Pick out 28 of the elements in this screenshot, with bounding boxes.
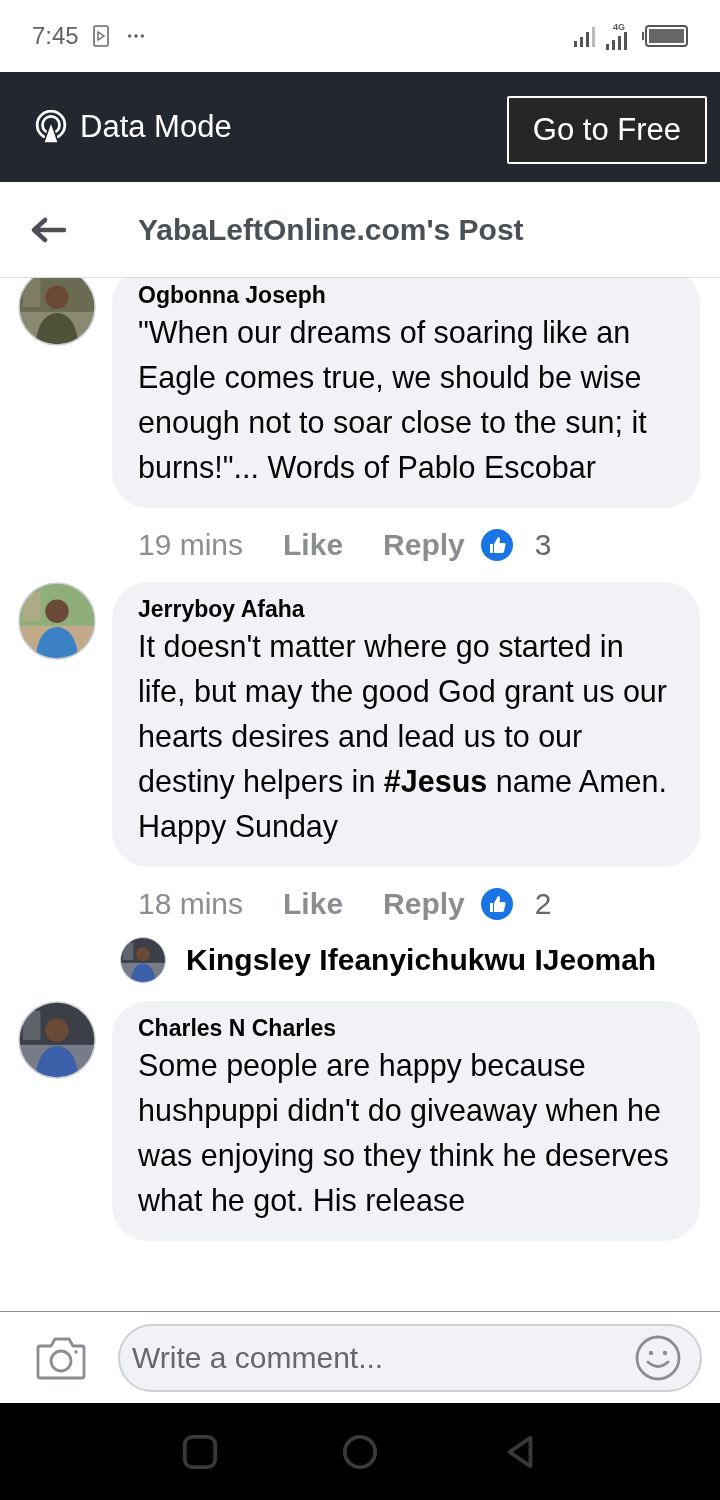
comment-time: 18 mins xyxy=(138,887,244,921)
thumbs-up-icon xyxy=(480,888,513,920)
reaction-count: 2 xyxy=(534,887,552,921)
page-title: YabaLeftOnline.com's Post xyxy=(138,212,524,247)
author-name[interactable]: Charles N Charles xyxy=(138,1013,674,1043)
camera-icon[interactable] xyxy=(36,1335,86,1380)
clock-time: 7:45 xyxy=(32,22,79,50)
broadcast-icon xyxy=(34,110,68,144)
reaction-count: 3 xyxy=(534,528,552,562)
network-type: 4G xyxy=(613,22,625,32)
data-mode-label: Data Mode xyxy=(80,109,232,145)
comment-input-field[interactable]: Write a comment... xyxy=(118,1323,702,1392)
back-arrow-icon[interactable] xyxy=(30,215,66,244)
author-name[interactable]: Ogbonna Joseph xyxy=(138,280,674,310)
comment-time: 19 mins xyxy=(138,528,244,562)
reply-author-name[interactable]: Kingsley Ifeanyichukwu IJeomah xyxy=(186,943,657,977)
recents-icon[interactable] xyxy=(181,1432,219,1471)
author-name[interactable]: Jerryboy Afaha xyxy=(138,594,674,624)
smiley-icon[interactable] xyxy=(634,1333,682,1382)
go-to-free-button[interactable]: Go to Free xyxy=(506,96,707,164)
comment-text: "When our dreams of soaring like an Eagle comes true, we should be wise enough not to soar close to the sun; it burns!"... Words of Pablo Escobar xyxy=(138,314,648,486)
comment-text: It doesn't matter where go started in life, but may the good God grant us our hearts desires and lead us to our destiny helpers in #Jesus name Amen. Happy Sunday xyxy=(138,628,668,846)
home-icon[interactable] xyxy=(341,1432,379,1471)
battery-icon xyxy=(642,25,688,47)
comment-text: Some people are happy because hushpuppi didn't do giveaway when he was enjoying so they think he deserves what he got. His release xyxy=(138,1047,670,1220)
more-icon xyxy=(126,33,145,39)
play-icon xyxy=(92,25,109,47)
thumbs-up-icon xyxy=(480,529,513,561)
